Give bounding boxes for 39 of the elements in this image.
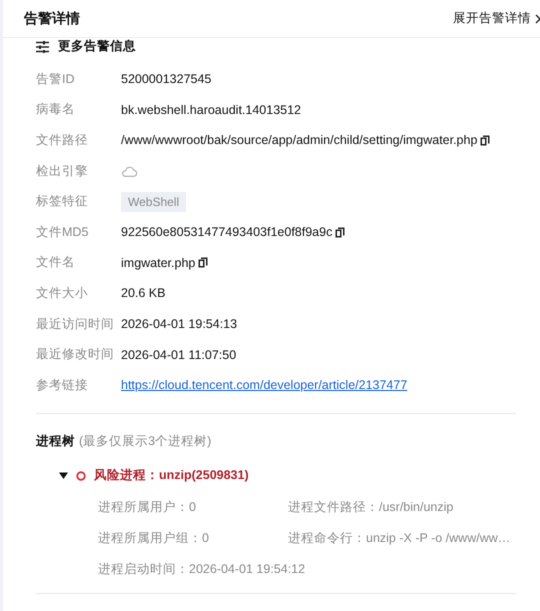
- field-label: 病毒名: [36, 101, 76, 118]
- field-value: imgwater.php: [121, 256, 196, 270]
- field-label: 告警ID: [36, 70, 76, 88]
- copy-icon[interactable]: [480, 134, 490, 146]
- process-name[interactable]: 风险进程：unzip(2509831): [94, 467, 249, 484]
- field-value: 5200001327545: [121, 72, 212, 86]
- field-label: 文件大小: [36, 284, 89, 302]
- cloud-icon: [121, 165, 137, 178]
- section-title: 更多告警信息: [58, 38, 136, 55]
- expand-details-link[interactable]: 展开告警详情: [453, 10, 540, 27]
- process-detail: 进程所属用户组：0: [98, 530, 209, 547]
- process-detail: 进程启动时间：2026-04-01 19:54:12: [98, 560, 306, 578]
- copy-icon[interactable]: [198, 257, 208, 268]
- process-detail: 进程命令行：unzip -X -P -o /www/ww…: [288, 530, 510, 547]
- copy-icon[interactable]: [335, 226, 346, 238]
- section-title: 进程树: [36, 432, 75, 450]
- panel-title: 告警详情: [24, 10, 80, 28]
- field-label: 最近访问时间: [36, 316, 115, 333]
- field-value: 922560e80531477493403f1e0f8f9a9c: [121, 225, 332, 240]
- field-label: 文件路径: [36, 132, 89, 149]
- tag: WebShell: [121, 192, 186, 212]
- field-label: 标签特征: [36, 193, 89, 210]
- reference-link[interactable]: https://cloud.tencent.com/developer/article/2137477: [121, 378, 408, 392]
- field-label: 文件MD5: [36, 224, 90, 241]
- section-note: (最多仅展示3个进程树): [79, 432, 212, 450]
- field-value: 2026-04-01 19:54:13: [121, 317, 238, 332]
- field-label: 最近修改时间: [36, 346, 115, 364]
- process-detail: 进程文件路径：/usr/bin/unzip: [288, 498, 454, 516]
- process-detail: 进程所属用户：0: [98, 498, 196, 516]
- field-value: 2026-04-01 11:07:50: [121, 348, 236, 362]
- field-value: 20.6 KB: [121, 286, 166, 300]
- field-label: 文件名: [36, 254, 76, 272]
- ring-icon: [76, 470, 86, 481]
- field-label: 检出引擎: [36, 162, 89, 180]
- field-label: 参考链接: [36, 376, 89, 394]
- field-value: /www/wwwroot/bak/source/app/admin/child/setting/imgwater.php: [121, 133, 478, 148]
- sliders-icon: [36, 40, 49, 52]
- caret-down-icon[interactable]: [59, 471, 68, 480]
- field-value: bk.webshell.haroaudit.14013512: [121, 102, 301, 117]
